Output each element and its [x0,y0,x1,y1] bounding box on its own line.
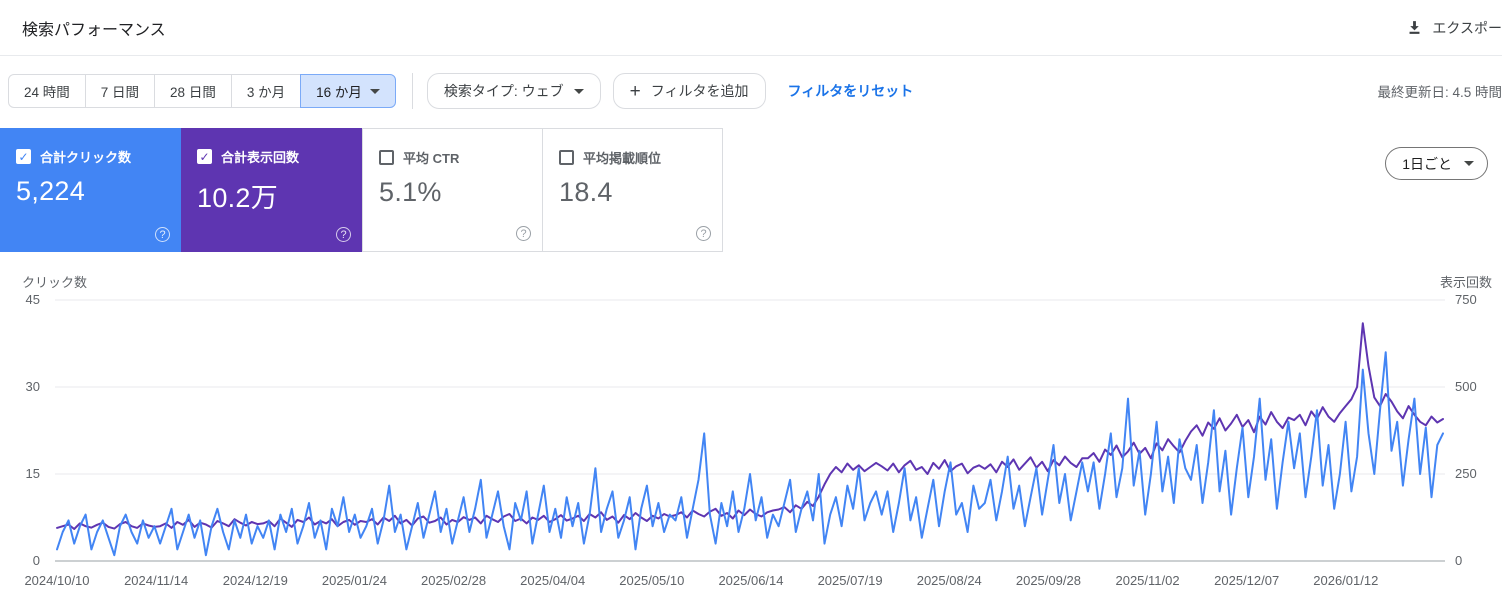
date-range-label: 16 か月 [316,85,362,100]
filter-toolbar: 24 時間 7 日間 28 日間 3 か月 16 か月 検索タイプ: ウェブ +… [0,56,1502,126]
chart-plot[interactable]: クリック数 表示回数 0 15 30 45 0 250 500 750 2024/10/10 2024… [0,270,1502,596]
metric-value: 5.1% [379,177,442,207]
metric-label: 合計クリック数 [40,150,132,165]
metric-label: 平均掲載順位 [583,151,662,166]
export-label: エクスポー [1432,19,1502,36]
total-impressions-card[interactable]: 合計表示回数 10.2万 [181,128,362,252]
svg-text:2025/05/10: 2025/05/10 [619,573,684,588]
date-range-label: 7 日間 [100,85,140,100]
check-icon [18,148,28,166]
svg-text:750: 750 [1455,292,1477,307]
svg-text:250: 250 [1455,466,1477,481]
date-range-7d[interactable]: 7 日間 [84,74,156,108]
svg-text:2025/02/28: 2025/02/28 [421,573,486,588]
date-range-24h[interactable]: 24 時間 [8,74,86,108]
svg-text:45: 45 [26,292,40,307]
last-updated-text: 最終更新日: 4.5 時間 [1377,85,1502,100]
svg-text:表示回数: 表示回数 [1440,275,1492,290]
granularity-label: 1日ごと [1402,155,1452,172]
checkbox-unchecked-icon[interactable] [559,150,574,165]
avg-position-card[interactable]: 平均掲載順位 18.4 [542,128,723,252]
checkbox-unchecked-icon[interactable] [379,150,394,165]
metric-cards: 合計クリック数 5,224 合計表示回数 10.2万 平均 CTR 5.1% [0,128,723,252]
date-range-segmented-control: 24 時間 7 日間 28 日間 3 か月 16 か月 [8,74,396,108]
avg-ctr-card[interactable]: 平均 CTR 5.1% [362,128,543,252]
svg-text:2024/12/19: 2024/12/19 [223,573,288,588]
reset-filters-link[interactable]: フィルタをリセット [788,81,914,101]
date-range-28d[interactable]: 28 日間 [154,74,232,108]
toolbar-divider [411,73,413,109]
svg-text:2025/01/24: 2025/01/24 [322,573,387,588]
download-icon [1406,19,1423,36]
svg-text:15: 15 [26,466,40,481]
date-range-3m[interactable]: 3 か月 [230,74,302,108]
check-icon [199,148,209,166]
svg-text:500: 500 [1455,379,1477,394]
date-range-label: 3 か月 [246,85,286,100]
svg-text:2024/10/10: 2024/10/10 [24,573,89,588]
date-range-16m-selected[interactable]: 16 か月 [300,74,396,108]
svg-text:30: 30 [26,379,40,394]
chevron-down-icon [369,88,380,94]
svg-text:0: 0 [33,553,40,568]
add-filter-label: フィルタを追加 [650,83,749,99]
help-icon[interactable] [516,226,531,241]
date-range-label: 24 時間 [24,85,70,100]
chevron-down-icon [573,88,584,94]
date-range-label: 28 日間 [170,85,216,100]
svg-text:クリック数: クリック数 [22,275,87,290]
svg-text:2025/12/07: 2025/12/07 [1214,573,1279,588]
help-icon[interactable] [155,227,170,242]
help-icon[interactable] [696,226,711,241]
svg-text:2025/07/19: 2025/07/19 [818,573,883,588]
plus-icon: + [629,80,641,102]
search-type-dropdown[interactable]: 検索タイプ: ウェブ [426,73,601,109]
granularity-dropdown[interactable]: 1日ごと [1385,147,1488,180]
svg-text:2025/11/02: 2025/11/02 [1115,573,1179,588]
svg-text:0: 0 [1455,553,1462,568]
add-filter-button[interactable]: + フィルタを追加 [612,73,766,109]
metric-value: 5,224 [16,176,86,206]
svg-text:2025/09/28: 2025/09/28 [1016,573,1081,588]
search-type-label: 検索タイプ: ウェブ [443,83,564,99]
svg-text:2024/11/14: 2024/11/14 [124,573,188,588]
page-title: 検索パフォーマンス [22,21,166,39]
help-icon[interactable] [336,227,351,242]
svg-text:2025/08/24: 2025/08/24 [917,573,982,588]
chevron-down-icon [1464,161,1474,166]
checkbox-checked-icon[interactable] [197,149,212,164]
svg-text:2025/06/14: 2025/06/14 [718,573,783,588]
metric-label: 合計表示回数 [221,150,300,165]
metric-value: 10.2万 [197,183,279,213]
svg-text:2026/01/12: 2026/01/12 [1313,573,1378,588]
total-clicks-card[interactable]: 合計クリック数 5,224 [0,128,181,252]
metric-label: 平均 CTR [403,151,460,166]
checkbox-checked-icon[interactable] [16,149,31,164]
metric-value: 18.4 [559,177,613,207]
svg-text:2025/04/04: 2025/04/04 [520,573,585,588]
search-performance-page: 検索パフォーマンス エクスポー 24 時間 7 日間 28 日間 3 か月 16… [0,0,1502,596]
export-button[interactable]: エクスポー [1406,18,1502,38]
page-header: 検索パフォーマンス エクスポー [0,0,1502,56]
performance-chart[interactable]: クリック数 表示回数 0 15 30 45 0 250 500 750 2024/10/10 2024… [0,270,1502,596]
